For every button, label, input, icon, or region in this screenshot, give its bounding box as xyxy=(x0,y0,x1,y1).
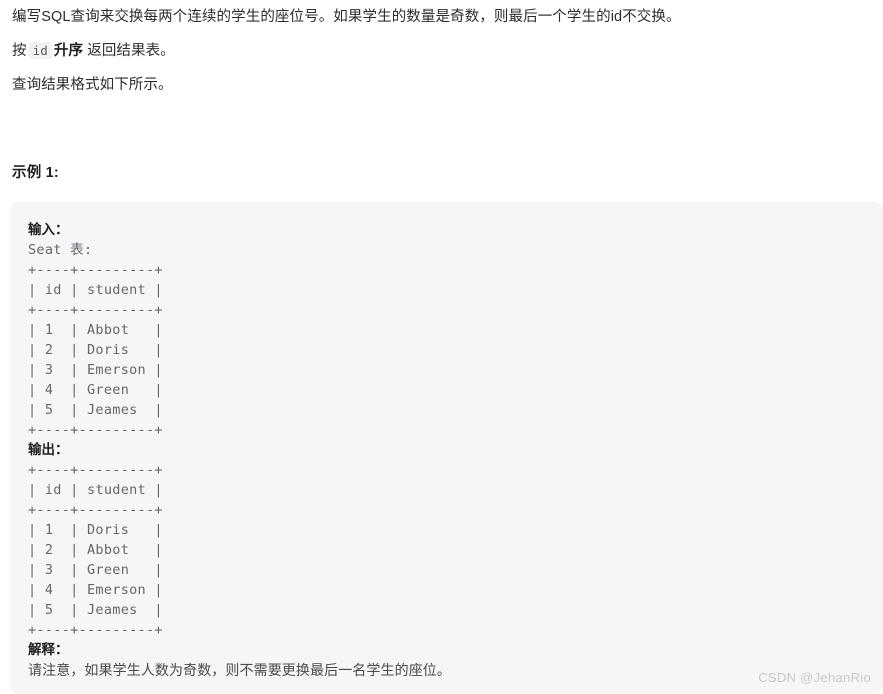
input-label: 输入： xyxy=(28,222,69,237)
input-table-caption: Seat 表: xyxy=(28,242,93,258)
problem-statement: 编写SQL查询来交换每两个连续的学生的座位号。如果学生的数量是奇数，则最后一个学… xyxy=(0,0,883,95)
problem-description-page: 编写SQL查询来交换每两个连续的学生的座位号。如果学生的数量是奇数，则最后一个学… xyxy=(0,0,883,694)
inline-code-id: id xyxy=(28,42,52,59)
example-heading: 示例 1: xyxy=(12,165,59,181)
explanation-text: 请注意，如果学生人数为奇数，则不需要更换最后一名学生的座位。 xyxy=(28,662,451,678)
explanation-label: 解释： xyxy=(28,642,69,657)
output-table-ascii: +----+---------+ | id | student | +----+… xyxy=(28,462,163,638)
csdn-watermark: CSDN @JehanRio xyxy=(758,670,871,685)
sort-order-emphasis: 升序 xyxy=(53,43,84,59)
example-code-content: 输入： Seat 表: +----+---------+ | id | stud… xyxy=(10,220,883,680)
sort-suffix-text: 返回结果表。 xyxy=(87,43,175,59)
sort-prefix-text: 按 xyxy=(12,43,27,59)
input-table-ascii: +----+---------+ | id | student | +----+… xyxy=(28,262,163,438)
problem-paragraph-1: 编写SQL查询来交换每两个连续的学生的座位号。如果学生的数量是奇数，则最后一个学… xyxy=(12,9,681,25)
output-label: 输出： xyxy=(28,442,69,457)
problem-paragraph-3: 查询结果格式如下所示。 xyxy=(12,77,173,93)
problem-paragraph-2: 按 id 升序 返回结果表。 xyxy=(12,27,871,61)
example-code-block: 输入： Seat 表: +----+---------+ | id | stud… xyxy=(10,202,883,694)
